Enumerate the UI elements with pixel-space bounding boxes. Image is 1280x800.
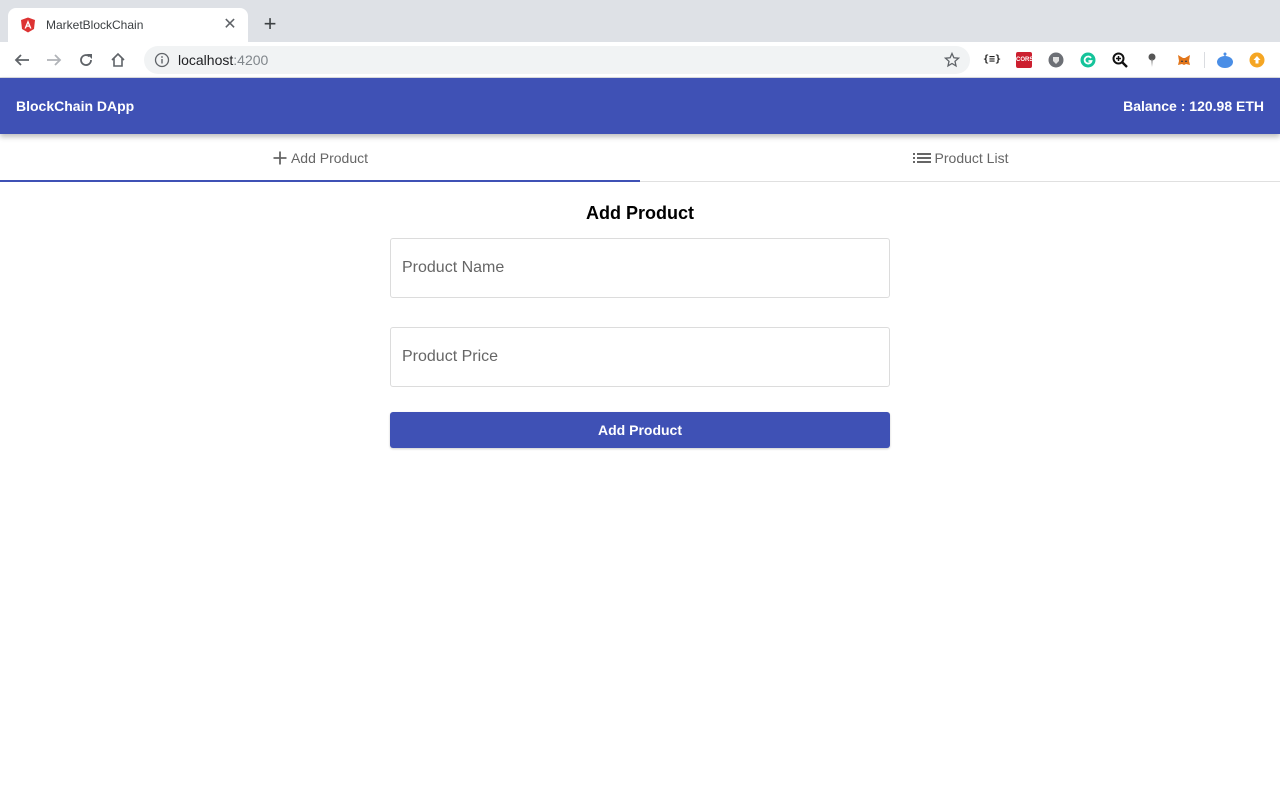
info-icon[interactable]	[154, 52, 170, 68]
metamask-icon[interactable]	[1168, 46, 1200, 74]
product-price-input[interactable]	[390, 327, 890, 387]
privacy-badger-icon[interactable]	[1040, 46, 1072, 74]
back-button[interactable]	[6, 44, 38, 76]
add-product-button[interactable]: Add Product	[390, 412, 890, 448]
browser-tab-title: MarketBlockChain	[46, 18, 144, 32]
browser-toolbar: localhost:4200 {≡} CORS	[0, 42, 1280, 78]
new-tab-button[interactable]: +	[258, 13, 282, 37]
json-viewer-icon[interactable]: {≡}	[976, 46, 1008, 74]
add-product-form: Add Product Add Product	[390, 182, 890, 448]
list-icon	[912, 150, 932, 166]
upload-extension-icon[interactable]	[1241, 46, 1273, 74]
url-port: :4200	[233, 51, 269, 68]
zoom-icon[interactable]	[1104, 46, 1136, 74]
forward-button[interactable]	[38, 44, 70, 76]
home-icon	[111, 52, 125, 67]
browser-tab[interactable]: MarketBlockChain ✕	[8, 8, 248, 42]
angular-icon	[20, 17, 36, 33]
tab-product-list-label: Product List	[934, 149, 1009, 166]
form-title: Add Product	[586, 203, 694, 223]
plus-icon	[272, 150, 288, 166]
reload-button[interactable]	[70, 44, 102, 76]
back-arrow-icon	[14, 53, 29, 66]
url-host: localhost	[178, 51, 234, 68]
extensions-divider	[1204, 51, 1205, 68]
tab-group: Add Product Product List	[0, 134, 1280, 182]
reload-icon	[80, 53, 92, 66]
home-button[interactable]	[102, 44, 134, 76]
tab-product-list[interactable]: Product List	[640, 134, 1280, 181]
grammarly-icon[interactable]	[1072, 46, 1104, 74]
extensions-bar: {≡} CORS	[976, 46, 1273, 74]
cors-icon[interactable]: CORS	[1008, 46, 1040, 74]
browser-tab-strip: MarketBlockChain ✕ +	[0, 0, 1280, 42]
address-bar[interactable]: localhost:4200	[144, 45, 970, 74]
app-header: BlockChain DApp Balance : 120.98 ETH	[0, 78, 1280, 134]
tab-add-product[interactable]: Add Product	[0, 134, 640, 182]
bookmark-star-icon[interactable]	[944, 51, 960, 68]
product-name-input[interactable]	[390, 238, 890, 298]
app-title: BlockChain DApp	[16, 98, 135, 114]
close-tab-icon[interactable]: ✕	[222, 17, 238, 33]
tab-add-product-label: Add Product	[290, 149, 369, 166]
forward-arrow-icon	[47, 53, 62, 66]
blob-extension-icon[interactable]	[1209, 46, 1241, 74]
map-pin-icon[interactable]	[1136, 46, 1168, 74]
balance-display: Balance : 120.98 ETH	[1123, 98, 1264, 114]
